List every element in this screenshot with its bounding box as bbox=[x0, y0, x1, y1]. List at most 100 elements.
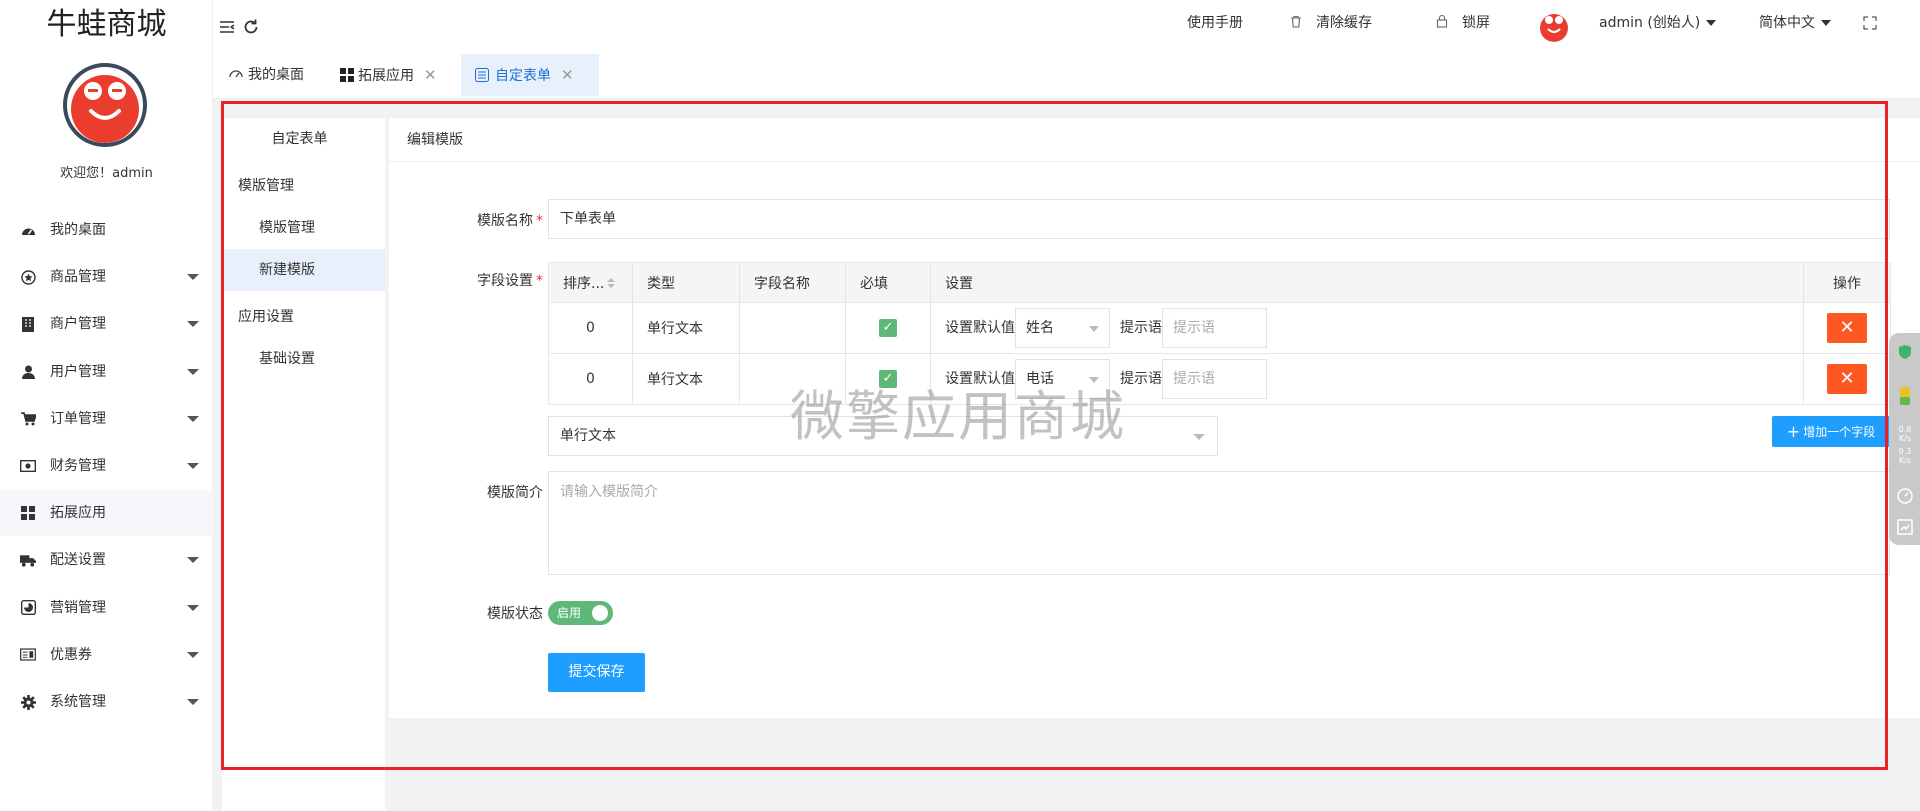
sub-item-new-template[interactable]: 新建模版 bbox=[222, 249, 385, 291]
row-field-name[interactable] bbox=[739, 353, 846, 405]
row-field-name[interactable] bbox=[739, 302, 846, 354]
default-value-select[interactable]: 电话 bbox=[1015, 359, 1110, 399]
lock-icon bbox=[1436, 14, 1448, 28]
sidebar-item-2[interactable]: 商户管理 bbox=[0, 301, 213, 347]
sidebar-item-7[interactable]: 配送设置 bbox=[0, 537, 213, 583]
chevron-down-icon bbox=[187, 415, 199, 422]
sidebar-item-label: 配送设置 bbox=[50, 552, 106, 569]
sidebar-item-9[interactable]: 优惠券 bbox=[0, 632, 213, 678]
form-icon bbox=[475, 68, 489, 82]
download-unit: K/s bbox=[1898, 456, 1912, 465]
welcome-text: 欢迎您！admin bbox=[60, 166, 153, 181]
sidebar-item-0[interactable]: 我的桌面 bbox=[0, 207, 213, 253]
sidebar-item-5[interactable]: 财务管理 bbox=[0, 443, 213, 489]
hint-input[interactable]: 提示语 bbox=[1162, 308, 1267, 348]
add-field-button[interactable]: + 增加一个字段 bbox=[1772, 416, 1890, 447]
network-speed-widget[interactable]: 0.8 K/s 9.3 K/s bbox=[1889, 333, 1920, 545]
avatar[interactable] bbox=[63, 63, 147, 147]
template-name-label: 模版名称 * bbox=[477, 213, 543, 229]
apps-icon bbox=[20, 490, 36, 536]
frog-avatar-icon bbox=[71, 75, 139, 143]
close-icon[interactable]: ✕ bbox=[424, 66, 437, 84]
default-value-select[interactable]: 姓名 bbox=[1015, 308, 1110, 348]
sidebar-item-3[interactable]: 用户管理 bbox=[0, 349, 213, 395]
tab-custom-form[interactable]: 自定表单 ✕ bbox=[461, 54, 599, 96]
sidebar-item-10[interactable]: 系统管理 bbox=[0, 679, 213, 725]
submit-button[interactable]: 提交保存 bbox=[548, 653, 645, 692]
row-order[interactable]: 0 bbox=[548, 302, 633, 354]
close-icon[interactable]: ✕ bbox=[561, 66, 574, 84]
template-desc-textarea[interactable]: 请输入模版简介 bbox=[548, 471, 1890, 575]
delete-row-button[interactable]: ✕ bbox=[1827, 364, 1867, 394]
panel-title: 编辑模版 bbox=[389, 118, 1920, 162]
col-actions: 操作 bbox=[1803, 262, 1891, 303]
row-settings: 设置默认值 电话 提示语 提示语 bbox=[930, 353, 1804, 405]
sub-group-app-settings[interactable]: 应用设置 bbox=[222, 296, 385, 338]
row-type: 单行文本 bbox=[632, 353, 740, 405]
tab-extensions[interactable]: 拓展应用 ✕ bbox=[334, 54, 443, 96]
checkbox-checked-icon[interactable]: ✓ bbox=[879, 370, 897, 388]
chevron-down-icon bbox=[187, 651, 199, 658]
money-icon bbox=[20, 443, 36, 489]
header-avatar[interactable] bbox=[1538, 10, 1570, 42]
sub-sidebar: 自定表单 模版管理 模版管理 新建模版 应用设置 基础设置 bbox=[222, 118, 385, 811]
lock-screen-button[interactable]: 锁屏 bbox=[1436, 12, 1490, 34]
clear-cache-button[interactable]: 清除缓存 bbox=[1290, 12, 1372, 34]
col-settings: 设置 bbox=[930, 262, 1804, 303]
chevron-down-icon bbox=[187, 368, 199, 375]
tab-desktop[interactable]: 我的桌面 bbox=[224, 54, 308, 96]
language-select[interactable]: 简体中文 bbox=[1759, 12, 1831, 34]
sidebar-item-label: 用户管理 bbox=[50, 363, 106, 380]
template-name-input[interactable]: 下单表单 bbox=[548, 199, 1890, 239]
dashboard-icon bbox=[20, 207, 36, 253]
template-status-label: 模版状态 bbox=[487, 606, 543, 622]
upload-speed: 0.8 bbox=[1898, 425, 1912, 434]
manual-link[interactable]: 使用手册 bbox=[1187, 12, 1243, 34]
refresh-icon[interactable] bbox=[242, 18, 260, 36]
speedometer-icon bbox=[1897, 488, 1913, 504]
new-field-type-select[interactable]: 单行文本 bbox=[548, 416, 1218, 456]
sidebar-item-6[interactable]: 拓展应用 bbox=[0, 490, 213, 537]
collapse-menu-icon[interactable] bbox=[218, 18, 236, 36]
row-type: 单行文本 bbox=[632, 302, 740, 354]
sidebar-item-8[interactable]: 营销管理 bbox=[0, 585, 213, 631]
add-field-label: 增加一个字段 bbox=[1803, 425, 1876, 439]
row-order[interactable]: 0 bbox=[548, 353, 633, 405]
fullscreen-icon[interactable] bbox=[1863, 16, 1877, 30]
sidebar-item-label: 拓展应用 bbox=[50, 505, 106, 522]
sidebar-item-1[interactable]: 商品管理 bbox=[0, 254, 213, 300]
tab-label: 我的桌面 bbox=[248, 67, 304, 83]
hint-input[interactable]: 提示语 bbox=[1162, 359, 1267, 399]
status-toggle[interactable]: 启用 bbox=[548, 601, 613, 625]
cart-icon bbox=[20, 396, 36, 442]
sidebar-item-label: 营销管理 bbox=[50, 599, 106, 616]
default-value-label: 设置默认值 bbox=[945, 371, 1015, 387]
chevron-down-icon bbox=[187, 463, 199, 469]
sub-group-template[interactable]: 模版管理 bbox=[222, 165, 385, 207]
sub-item-basic-settings[interactable]: 基础设置 bbox=[222, 338, 385, 380]
tab-label: 拓展应用 bbox=[358, 68, 414, 84]
status-toggle-label: 启用 bbox=[557, 606, 582, 620]
download-speed: 9.3 bbox=[1898, 447, 1912, 456]
row-required[interactable]: ✓ bbox=[845, 302, 931, 354]
tab-label: 自定表单 bbox=[495, 68, 551, 84]
sidebar-item-4[interactable]: 订单管理 bbox=[0, 396, 213, 442]
row-required[interactable]: ✓ bbox=[845, 353, 931, 405]
table-row: 0 单行文本 ✓ 设置默认值 电话 提示语 提示语 ✕ bbox=[548, 353, 1891, 405]
delete-row-button[interactable]: ✕ bbox=[1827, 313, 1867, 343]
chevron-down-icon bbox=[187, 557, 199, 564]
table-header-row: 排序... 类型 字段名称 必填 设置 操作 bbox=[548, 262, 1891, 303]
sidebar-item-label: 商品管理 bbox=[50, 269, 106, 286]
sub-item-template-manage[interactable]: 模版管理 bbox=[222, 207, 385, 249]
truck-icon bbox=[20, 537, 36, 583]
sort-icon[interactable] bbox=[606, 277, 616, 289]
toggle-knob bbox=[592, 605, 608, 621]
memory-icon bbox=[1900, 387, 1910, 405]
user-menu[interactable]: admin (创始人) bbox=[1599, 12, 1717, 34]
col-order[interactable]: 排序... bbox=[548, 262, 633, 303]
row-settings: 设置默认值 姓名 提示语 提示语 bbox=[930, 302, 1804, 354]
hint-label: 提示语 bbox=[1120, 371, 1162, 387]
trash-icon bbox=[1291, 15, 1301, 28]
checkbox-checked-icon[interactable]: ✓ bbox=[879, 319, 897, 337]
dashboard-icon bbox=[229, 70, 243, 78]
